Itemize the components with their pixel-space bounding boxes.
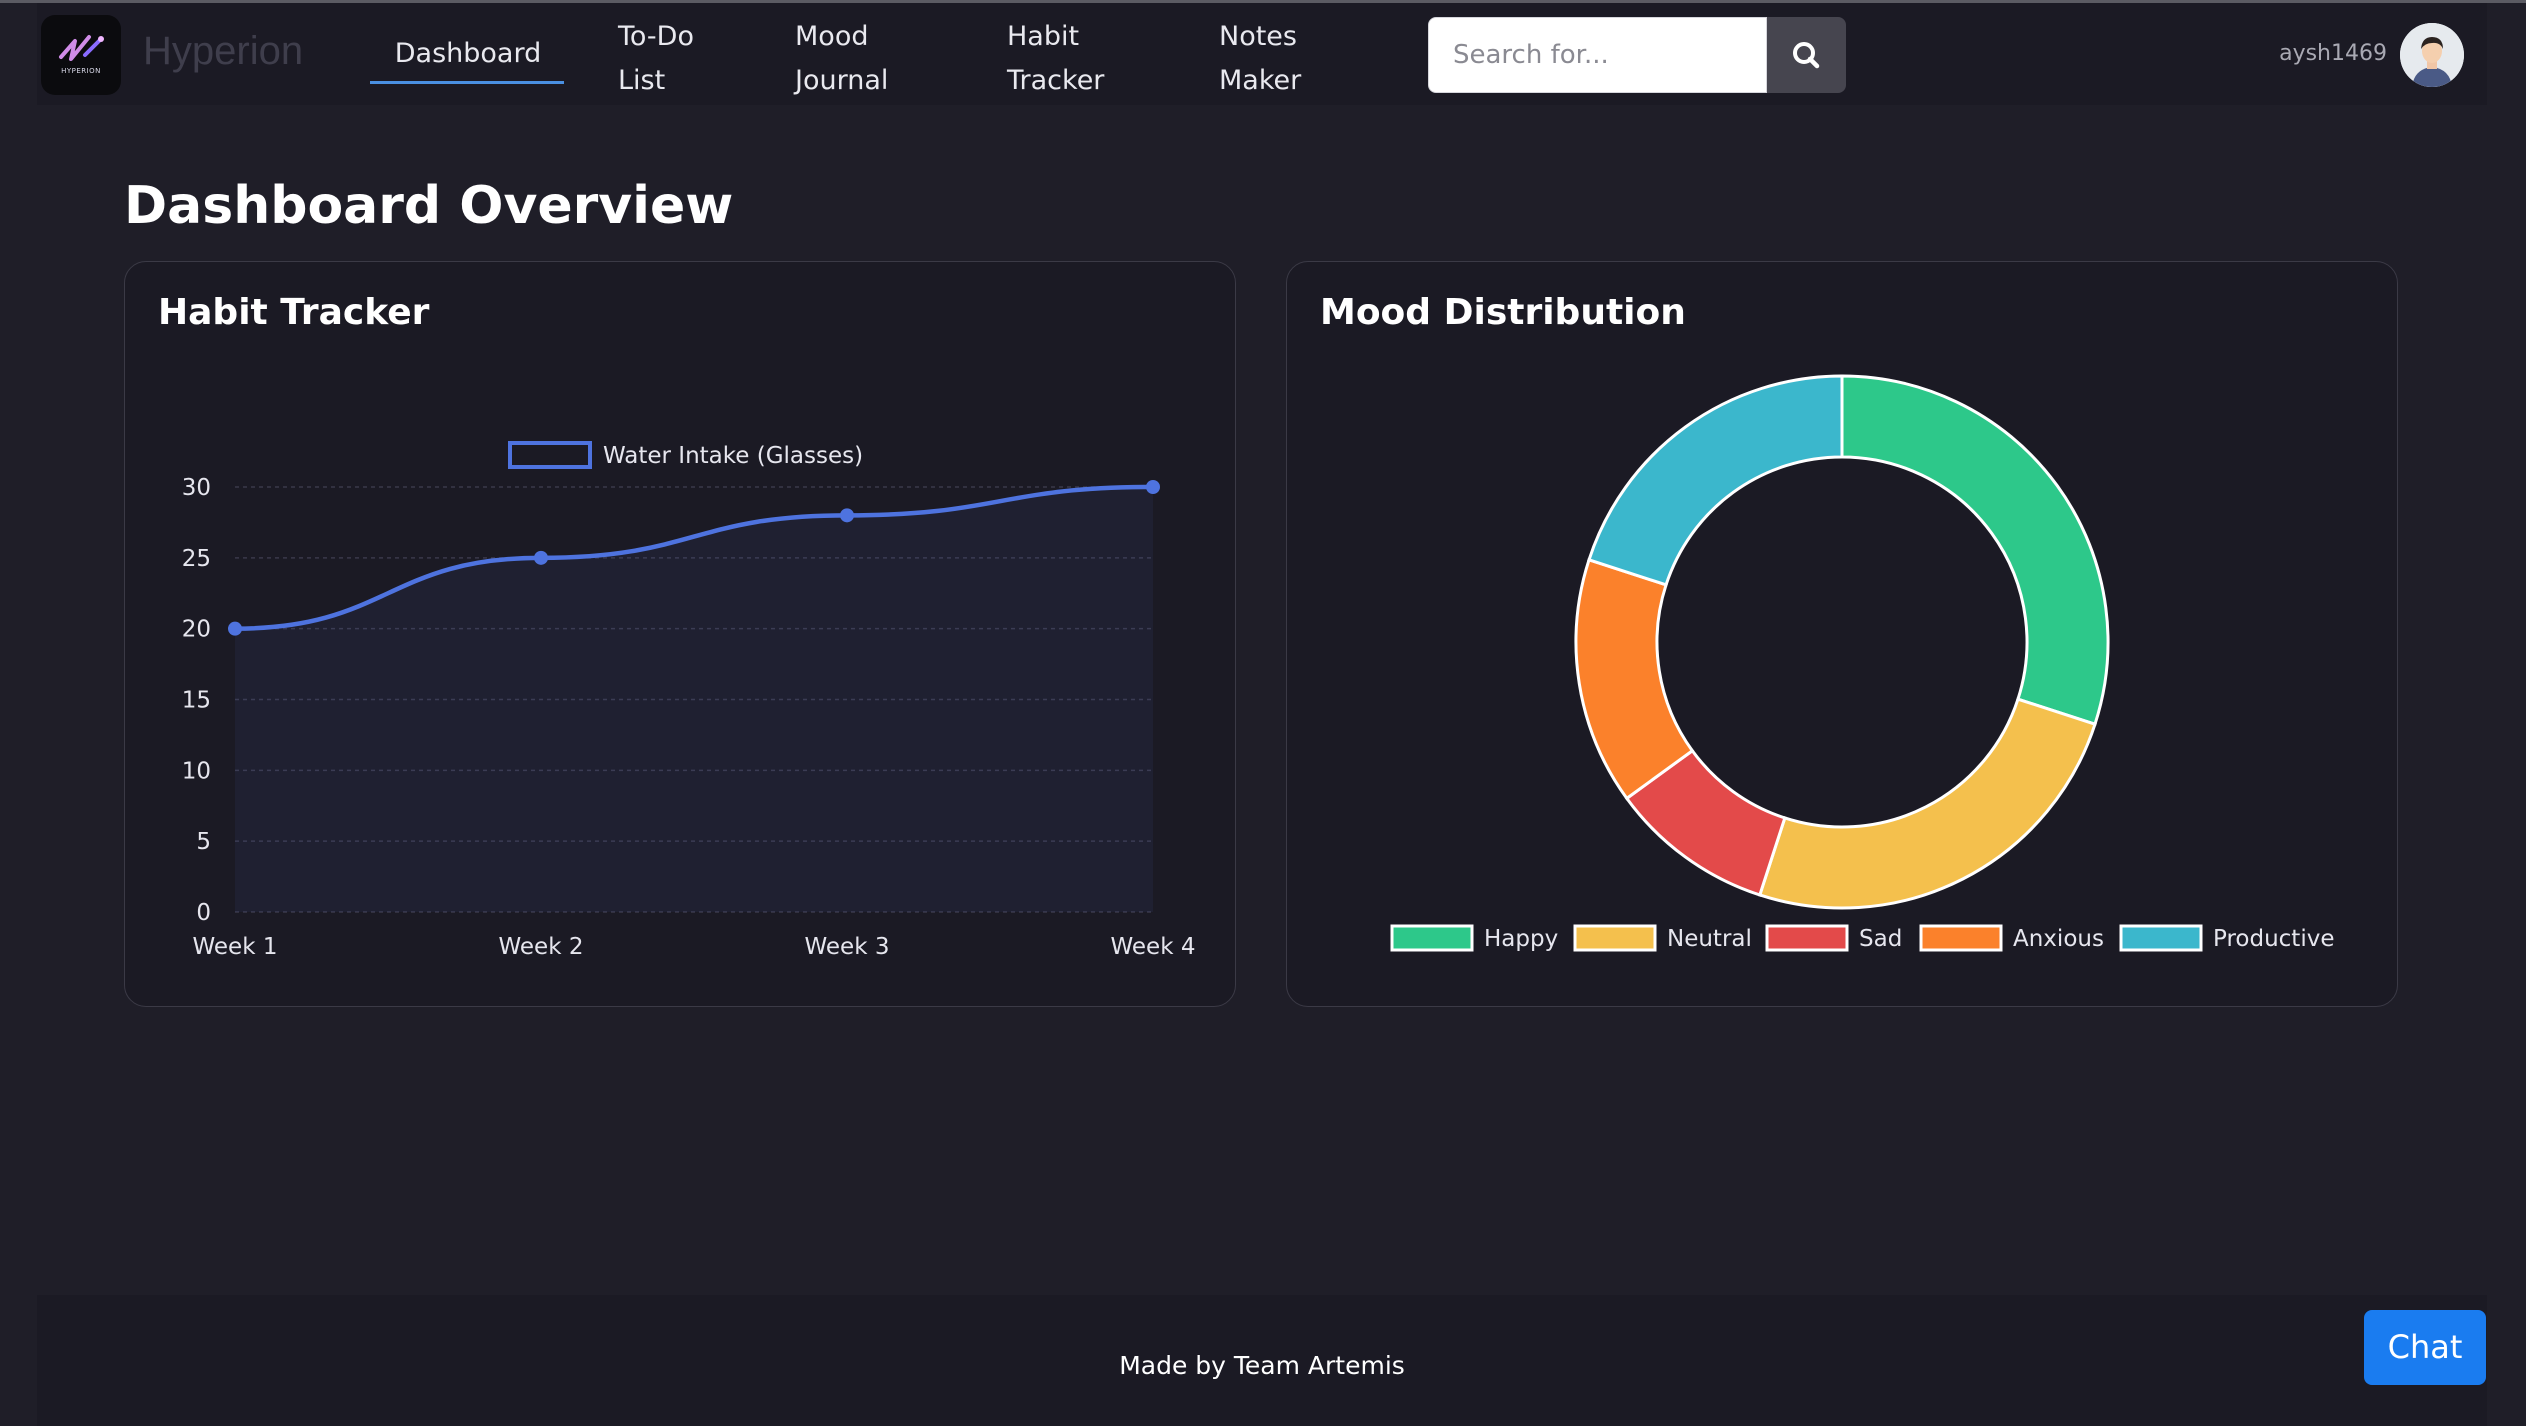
nav-notes-line2: Maker (1219, 65, 1302, 96)
data-point (1146, 480, 1160, 494)
top-navbar: HYPERION Hyperion Dashboard To-Do List M… (37, 3, 2487, 105)
legend-label-productive: Productive (2213, 926, 2334, 952)
legend-label-anxious: Anxious (2013, 926, 2104, 952)
legend-label-neutral: Neutral (1667, 926, 1752, 952)
y-tick-label: 5 (196, 829, 211, 855)
legend-swatch-anxious (1919, 924, 2003, 952)
x-tick-label: Week 2 (499, 934, 584, 960)
nav-habit-line2: Tracker (1007, 65, 1105, 96)
data-point (840, 508, 854, 523)
legend-swatch-happy (1390, 924, 1474, 952)
footer-credit: Made by Team Artemis (1119, 1351, 1405, 1380)
mood-donut-chart: Happy Neutral Sad Anxious Productive (1390, 374, 2334, 952)
logo-mark-icon (59, 35, 104, 61)
nav-habit-tracker[interactable]: Habit Tracker (1007, 15, 1177, 103)
nav-habit-line1: Habit (1007, 21, 1080, 52)
mood-distribution-card: Mood Distribution Happy Neutral Sad Anxious… (1286, 261, 2398, 1007)
legend-label-happy: Happy (1484, 926, 1558, 952)
data-point (228, 621, 242, 636)
y-tick-label: 0 (196, 900, 211, 926)
x-tick-label: Week 4 (1111, 934, 1196, 960)
legend-swatch-sad (1765, 924, 1849, 952)
search-button[interactable] (1767, 17, 1846, 93)
legend-swatch-productive (2119, 924, 2203, 952)
habit-tracker-card: Habit Tracker 0 5 10 15 20 25 30 Week 1 Week 2 We… (124, 261, 1236, 1007)
donut-slice-neutral (1757, 697, 2097, 910)
nav-todo-line1: To-Do (618, 21, 694, 52)
nav-todo-list[interactable]: To-Do List (618, 15, 768, 103)
nav-dashboard[interactable]: Dashboard (371, 33, 565, 75)
donut-slice-productive (1587, 374, 1844, 587)
search-icon (1793, 42, 1820, 69)
user-avatar-icon (2400, 23, 2464, 87)
logo-wordmark: HYPERION (61, 67, 101, 75)
y-tick-label: 25 (182, 546, 211, 572)
y-tick-label: 20 (182, 617, 211, 643)
page-title: Dashboard Overview (124, 176, 734, 236)
x-tick-label: Week 3 (805, 934, 890, 960)
nav-todo-line2: List (618, 65, 666, 96)
user-avatar[interactable] (2400, 23, 2464, 87)
nav-mood-line2: Journal (795, 65, 889, 96)
y-tick-label: 15 (182, 688, 211, 714)
chat-button[interactable]: Chat (2364, 1310, 2486, 1385)
footer: Made by Team Artemis (37, 1295, 2487, 1426)
nav-active-indicator (370, 81, 564, 84)
data-point (534, 550, 548, 565)
legend-swatch (508, 441, 592, 469)
x-tick-label: Week 1 (193, 934, 278, 960)
donut-slice-anxious (1574, 557, 1695, 801)
legend-label: Water Intake (Glasses) (603, 443, 863, 469)
habit-line-chart: 0 5 10 15 20 25 30 Week 1 Week 2 Week 3 Week 4 Wate… (182, 441, 1196, 960)
brand-name[interactable]: Hyperion (143, 29, 303, 74)
username-label: aysh1469 (2279, 41, 2387, 66)
y-tick-label: 30 (182, 475, 211, 501)
nav-notes-line1: Notes (1219, 21, 1297, 52)
legend-swatch-neutral (1573, 924, 1657, 952)
nav-notes-maker[interactable]: Notes Maker (1219, 15, 1369, 103)
y-tick-label: 10 (182, 758, 211, 784)
nav-mood-line1: Mood (795, 21, 869, 52)
nav-mood-journal[interactable]: Mood Journal (795, 15, 965, 103)
app-logo[interactable]: HYPERION (41, 15, 121, 95)
donut-slice-happy (1840, 374, 2110, 727)
series-area (235, 487, 1153, 912)
search-input[interactable] (1428, 17, 1767, 93)
legend-label-sad: Sad (1859, 926, 1902, 952)
